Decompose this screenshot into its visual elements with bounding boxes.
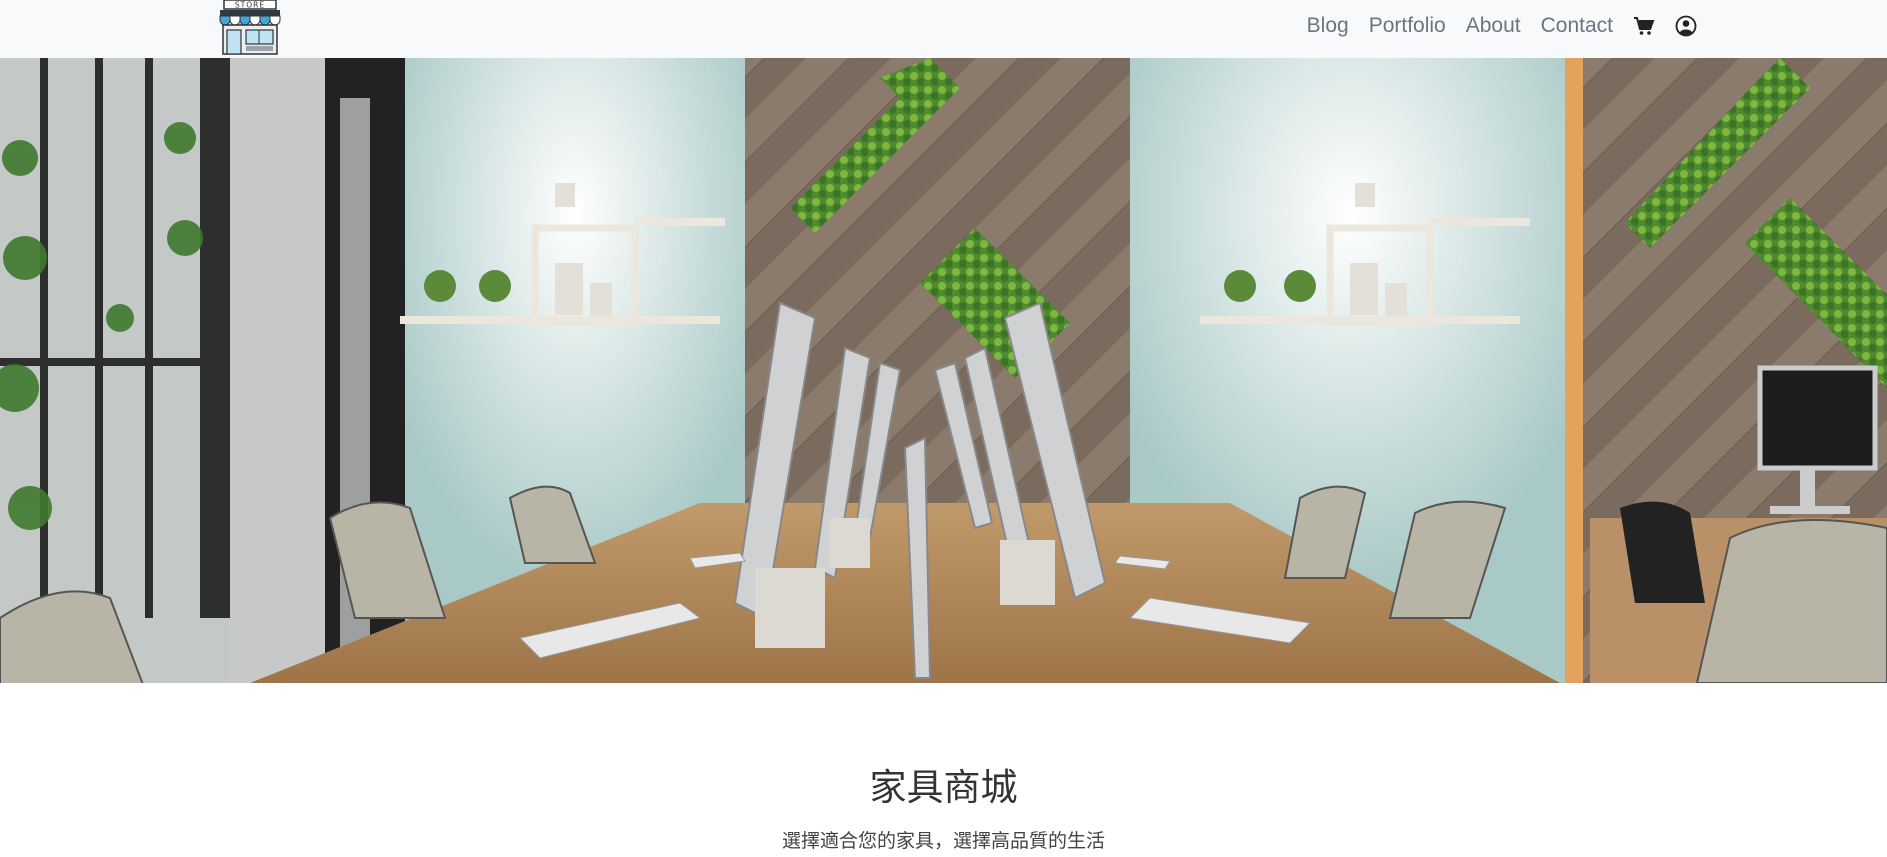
office-interior-photo	[0, 58, 1887, 683]
nav-link-about[interactable]: About	[1466, 14, 1521, 38]
nav-links: Blog Portfolio About Contact	[1307, 0, 1697, 52]
nav-link-blog[interactable]: Blog	[1307, 14, 1349, 38]
page-subtitle: 選擇適合您的家具，選擇高品質的生活	[781, 830, 1105, 852]
store-icon: STORE	[219, 0, 281, 55]
nav-link-contact[interactable]: Contact	[1541, 14, 1613, 38]
svg-text:STORE: STORE	[235, 1, 265, 10]
cart-icon[interactable]	[1633, 15, 1655, 37]
user-circle-icon[interactable]	[1675, 15, 1697, 37]
nav-link-portfolio[interactable]: Portfolio	[1369, 14, 1446, 38]
hero-image	[0, 58, 1887, 683]
store-logo[interactable]: STORE	[212, 0, 288, 56]
page-title: 家具商城	[869, 766, 1018, 809]
navbar: STORE Blog Portfolio About Contact	[0, 0, 1887, 59]
